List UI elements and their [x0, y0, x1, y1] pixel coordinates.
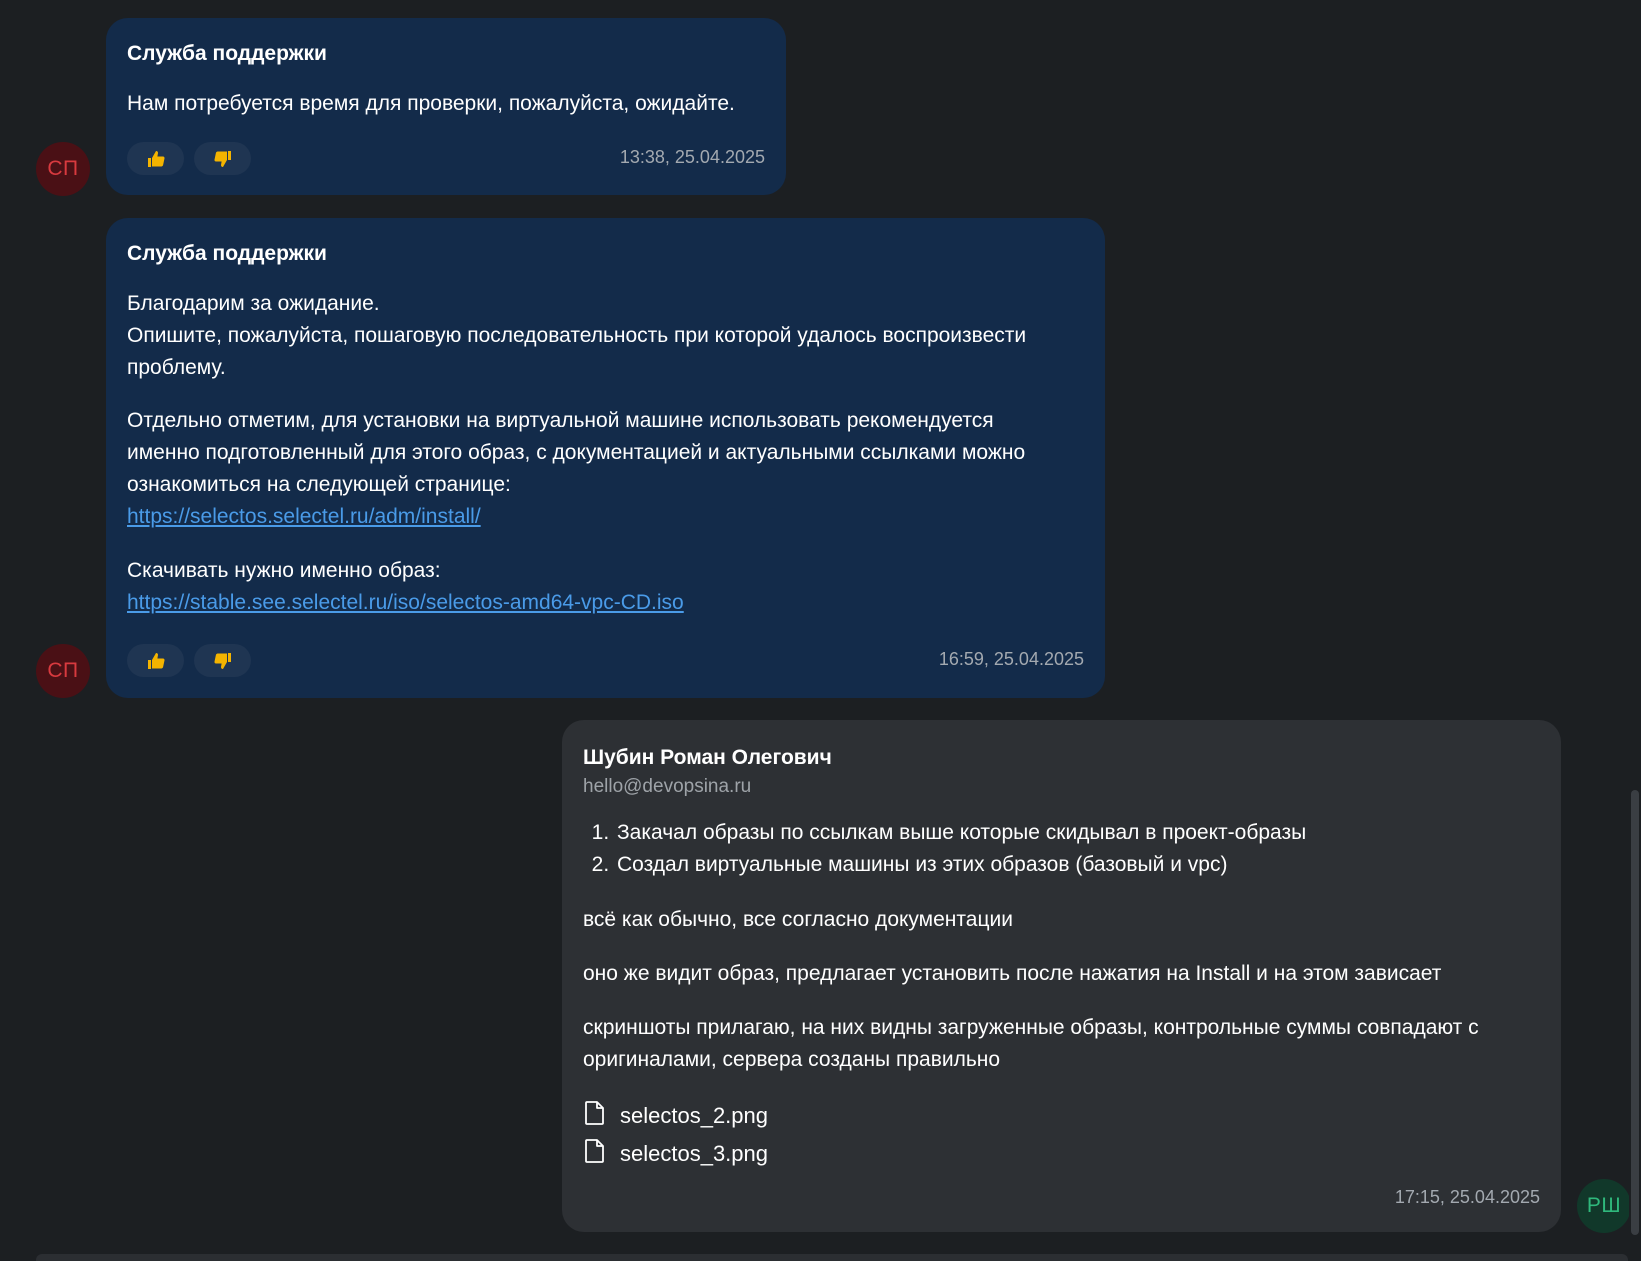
steps-list: Закачал образы по ссылкам выше которые с…	[583, 817, 1306, 881]
support-avatar: СП	[36, 142, 90, 196]
attachment-item[interactable]: selectos_2.png	[583, 1100, 768, 1132]
message-text-line: ознакомиться на следующей странице:	[127, 473, 511, 496]
message-text-line: именно подготовленный для этого образ, с…	[127, 441, 1026, 464]
message-text-line: проблему.	[127, 356, 226, 379]
thumbs-down-icon	[213, 651, 233, 671]
attachment-name: selectos_2.png	[620, 1103, 768, 1128]
support-message-bubble: Служба поддержки Нам потребуется время д…	[106, 18, 786, 195]
message-timestamp: 16:59, 25.04.2025	[938, 649, 1084, 669]
scrollbar-thumb[interactable]	[1631, 790, 1639, 1235]
attachment-item[interactable]: selectos_3.png	[583, 1138, 768, 1170]
message-timestamp: 17:15, 25.04.2025	[1394, 1187, 1540, 1207]
message-text: Нам потребуется время для проверки, пожа…	[127, 92, 735, 115]
thumbs-down-icon	[213, 149, 233, 169]
chat-thread: СП Служба поддержки Нам потребуется врем…	[0, 0, 1641, 1261]
message-sender: Служба поддержки	[127, 42, 327, 65]
thumbs-up-button[interactable]	[127, 644, 184, 677]
iso-download-link[interactable]: https://stable.see.selectel.ru/iso/selec…	[127, 587, 684, 619]
sender-email: hello@devopsina.ru	[583, 776, 752, 797]
message-text-line: Опишите, пожалуйста, пошаговую последова…	[127, 324, 1027, 347]
thumbs-up-icon	[146, 651, 166, 671]
user-avatar: РШ	[1577, 1179, 1631, 1233]
message-sender: Шубин Роман Олегович	[583, 746, 832, 769]
message-text-line: Благодарим за ожидание.	[127, 292, 380, 315]
list-item: Создал виртуальные машины из этих образо…	[615, 849, 1306, 881]
message-sender: Служба поддержки	[127, 242, 327, 265]
message-text-line: Скачивать нужно именно образ:	[127, 559, 441, 582]
support-avatar: СП	[36, 644, 90, 698]
file-icon	[583, 1100, 620, 1132]
message-text-line: скриншоты прилагаю, на них видны загруже…	[583, 1016, 1479, 1039]
message-text-line: оно же видит образ, предлагает установит…	[583, 962, 1442, 985]
message-text-line: Отдельно отметим, для установки на вирту…	[127, 409, 994, 432]
scrollbar[interactable]	[1629, 0, 1641, 1261]
message-text-line: оригиналами, сервера созданы правильно	[583, 1048, 1001, 1071]
attachment-name: selectos_3.png	[620, 1141, 768, 1166]
message-text-line: всё как обычно, все согласно документаци…	[583, 908, 1013, 931]
list-item: Закачал образы по ссылкам выше которые с…	[615, 817, 1306, 849]
thumbs-down-button[interactable]	[194, 142, 251, 175]
file-icon	[583, 1138, 620, 1170]
message-timestamp: 13:38, 25.04.2025	[619, 147, 765, 167]
thumbs-up-icon	[146, 149, 166, 169]
install-docs-link[interactable]: https://selectos.selectel.ru/adm/install…	[127, 501, 481, 533]
message-input-edge	[36, 1254, 1628, 1261]
thumbs-down-button[interactable]	[194, 644, 251, 677]
user-message-bubble: Шубин Роман Олегович hello@devopsina.ru …	[562, 720, 1561, 1232]
thumbs-up-button[interactable]	[127, 142, 184, 175]
support-message-bubble: Служба поддержки Благодарим за ожидание.…	[106, 218, 1105, 698]
